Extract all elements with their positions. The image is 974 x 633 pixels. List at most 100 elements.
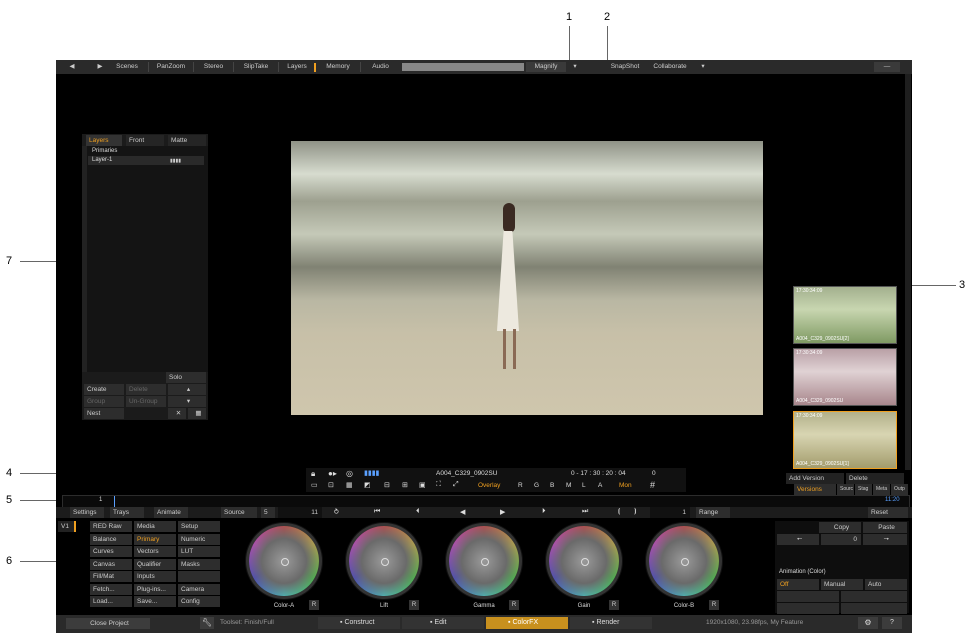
tab-sliptake[interactable]: SlipTake [236,62,276,72]
tab-stereo[interactable]: Stereo [196,62,231,72]
playhead[interactable] [114,496,115,507]
step-back-icon[interactable]: ⏴︎ [416,508,420,516]
tab-scenes[interactable]: Scenes [108,62,146,72]
group-button[interactable]: Group [84,396,124,407]
tab-output[interactable]: Outp [891,484,908,495]
frame-field[interactable]: 11 [278,507,322,518]
tab-layers[interactable]: Layers [281,62,313,72]
tab-meta[interactable]: Meta [873,484,890,495]
zoom-out-icon[interactable]: ⊟ [384,481,390,489]
tab-panzoom[interactable]: PanZoom [151,62,191,72]
lift-reset[interactable]: R [409,600,419,610]
range-button[interactable]: Range [696,507,730,518]
diagonal-icon[interactable]: ◩ [364,481,371,489]
skip-start-icon[interactable]: ⏮︎ [374,508,380,516]
tab-layers-panel[interactable]: Layers [86,135,122,146]
version-thumb-2[interactable]: 17:30:34:09 A004_C329_0902SU [793,348,897,406]
solo-button[interactable]: Solo [166,372,206,383]
menu-load-button[interactable]: Load... [90,596,132,607]
step-forward-icon[interactable]: ⏵︎ [542,508,546,516]
menu-lut-button[interactable]: LUT [178,546,220,557]
color-b-wheel[interactable] [649,526,719,596]
menu-red-raw-button[interactable]: RED Raw [90,521,132,532]
right-scrollbar[interactable] [905,74,911,470]
gain-reset[interactable]: R [609,600,619,610]
zoom-in-icon[interactable]: ⊞ [402,481,408,489]
version-thumb-3[interactable]: 17:30:34:09 A004_C329_0902SU[1] [793,411,897,469]
anim-row-3[interactable] [777,603,839,614]
wrench-icon[interactable]: 🔧︎ [200,617,214,629]
overlay-button[interactable]: Overlay [478,482,500,489]
tab-source[interactable]: Sourc [837,484,854,495]
menu-fill-mat-button[interactable]: Fill/Mat [90,571,132,582]
source-button[interactable]: Source [221,507,257,518]
menu-save-button[interactable]: Save... [134,596,176,607]
grid-icon[interactable]: ▦ [188,408,206,419]
menu-numeric-button[interactable]: Numeric [178,533,220,545]
menu-config-button[interactable]: Config [178,596,220,607]
channel-b[interactable]: B [550,482,554,489]
menu-camera-button[interactable]: Camera [178,583,220,595]
skip-end-icon[interactable]: ⏭︎ [582,508,588,516]
anim-off[interactable]: Off [777,579,819,590]
viewer-image[interactable] [291,141,763,415]
channel-l[interactable]: L [582,482,586,489]
channel-g[interactable]: G [534,482,539,489]
snapshot-button[interactable]: SnapShot [604,62,646,72]
anim-row-2b[interactable] [841,591,907,602]
forward-arrow-icon[interactable]: ▶ [94,62,106,72]
scrollbar[interactable] [82,146,87,372]
tab-memory[interactable]: Memory [319,62,357,72]
color-a-reset[interactable]: R [309,600,319,610]
nest-button[interactable]: Nest [84,408,124,419]
value-field[interactable]: 0 [821,534,861,545]
toggle-icon[interactable]: ●▸ [328,469,337,478]
tab-render[interactable]: ▪ Render [570,617,652,629]
trays-tab[interactable]: Trays [110,507,144,518]
tab-front[interactable]: Front [126,135,164,146]
channel-r[interactable]: R [518,482,523,489]
menu-masks-button[interactable]: Masks [178,558,220,570]
back-arrow-icon[interactable]: ◀ [66,62,78,72]
gain-wheel[interactable] [549,526,619,596]
next-arrow-icon[interactable]: 🠖 [863,534,907,545]
split-icon[interactable]: ▭ [311,481,318,489]
close-project-button[interactable]: Close Project [66,618,150,629]
close-icon[interactable]: ✕ [168,408,186,419]
mon-button[interactable]: Mon [619,482,632,489]
down-arrow-icon[interactable]: ▾ [168,396,206,407]
one-to-one-icon[interactable]: ▣ [419,481,426,489]
up-arrow-icon[interactable]: ▴ [168,384,206,395]
play-reverse-icon[interactable]: ◀ [460,508,465,516]
menu-primary-button[interactable]: Primary [134,533,176,545]
gamma-wheel[interactable] [449,526,519,596]
channel-a[interactable]: A [598,482,602,489]
copy-button[interactable]: Copy [819,522,861,533]
version-thumb-1[interactable]: 17:30:34:09 A004_C329_0902SU[2] [793,286,897,344]
source-number[interactable]: 5 [261,507,275,518]
menu-inputs-button[interactable]: Inputs [134,571,176,582]
layer-row-layer-1[interactable]: Layer-1 ▮▮▮▮ [88,156,204,165]
anim-row-2[interactable] [777,591,839,602]
play-icon[interactable]: ▶ [500,508,505,516]
tab-construct[interactable]: ▪ Construct [318,617,400,629]
tab-edit[interactable]: ▪ Edit [402,617,484,629]
tab-colorfx[interactable]: ▪ ColorFX [486,617,568,629]
menu-media-button[interactable]: Media [134,521,176,532]
create-button[interactable]: Create [84,384,124,395]
expand-icon[interactable]: ⤢ [453,481,459,489]
grid-overlay-icon[interactable]: # [650,480,655,490]
paste-button[interactable]: Paste [863,522,907,533]
anim-auto[interactable]: Auto [865,579,907,590]
menu-canvas-button[interactable]: Canvas [90,558,132,570]
fit-icon[interactable]: ⛶ [436,481,441,489]
collaborate-button[interactable]: Collaborate [650,62,690,72]
settings-tab[interactable]: Settings [70,507,104,518]
range-field[interactable]: 1 [650,507,690,518]
magnify-button[interactable]: Magnify [526,62,566,72]
menu-curves-button[interactable]: Curves [90,546,132,557]
wipe-icon[interactable]: ⊡ [328,481,334,489]
tab-stage[interactable]: Stag [855,484,872,495]
gear-icon[interactable]: ⚙ [858,617,878,629]
prev-arrow-icon[interactable]: 🠔 [777,534,819,545]
